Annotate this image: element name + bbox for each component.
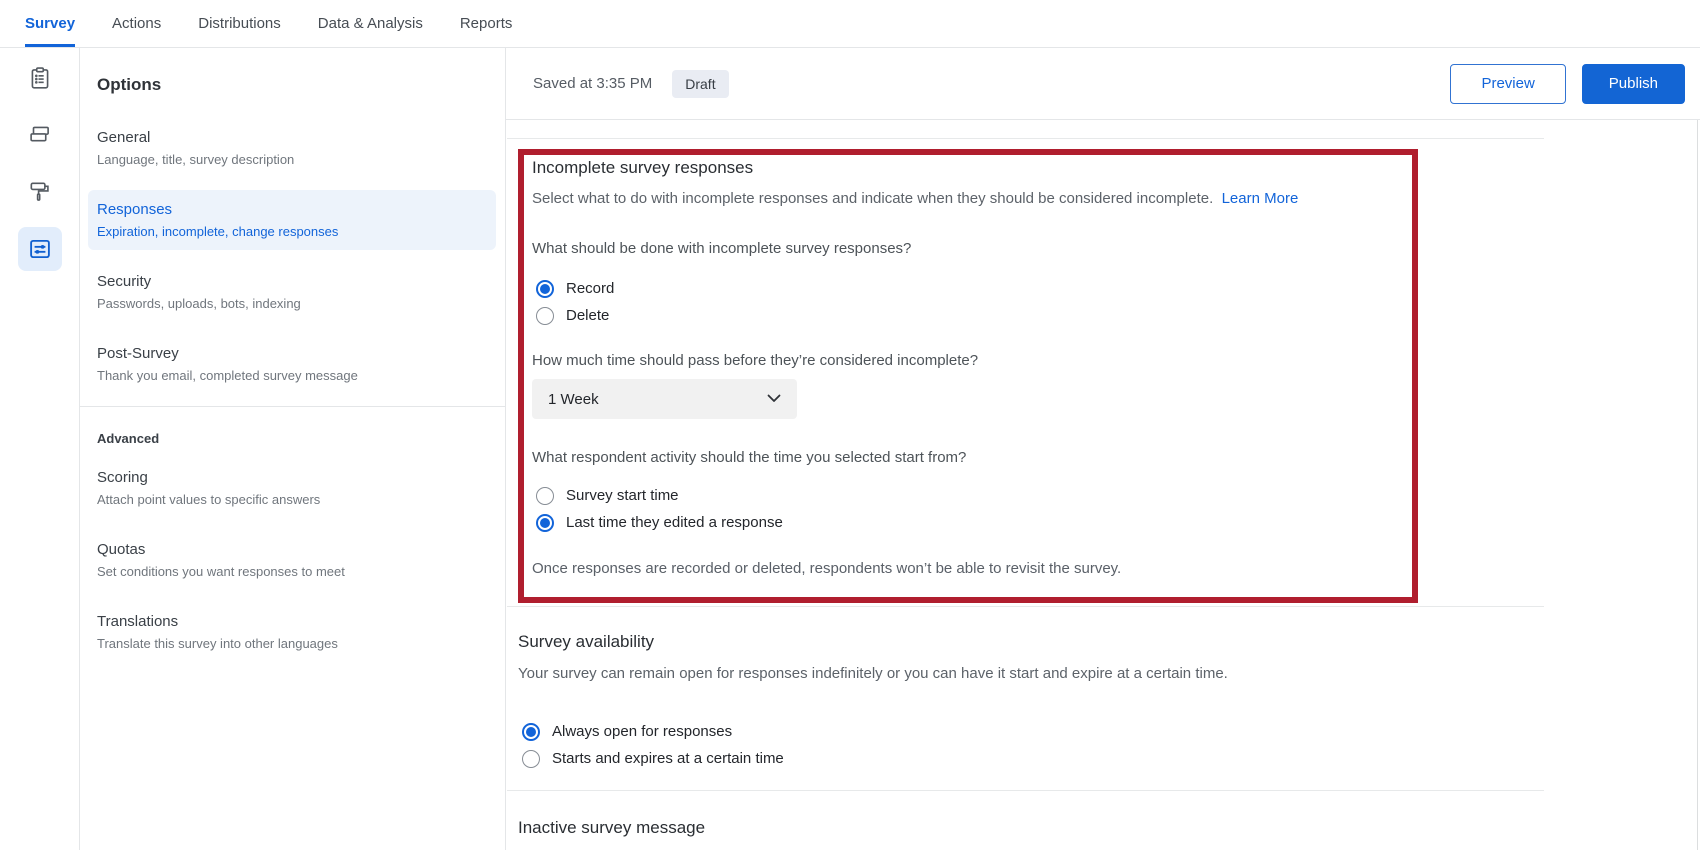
- main-area: Saved at 3:35 PM Draft Preview Publish I…: [506, 48, 1700, 850]
- incomplete-section-title: Incomplete survey responses: [532, 157, 1404, 179]
- status-badge: Draft: [672, 70, 728, 98]
- preview-button[interactable]: Preview: [1450, 64, 1565, 104]
- radio-selected-icon[interactable]: [536, 280, 554, 298]
- time-period-dropdown[interactable]: 1 Week: [532, 379, 797, 419]
- option-label: Translations: [97, 613, 487, 630]
- radio-label: Starts and expires at a certain time: [552, 750, 784, 767]
- radio-unselected-icon[interactable]: [536, 487, 554, 505]
- sidebar-item-scoring[interactable]: Scoring Attach point values to specific …: [88, 458, 496, 518]
- question-respondent-activity: What respondent activity should the time…: [532, 447, 1404, 468]
- advanced-section-label: Advanced: [97, 431, 505, 446]
- question-incomplete-time: How much time should pass before they’re…: [532, 350, 1404, 371]
- tab-distributions[interactable]: Distributions: [198, 0, 281, 47]
- description-text: Select what to do with incomplete respon…: [532, 190, 1213, 207]
- top-navigation: Survey Actions Distributions Data & Anal…: [0, 0, 1700, 48]
- survey-options-button[interactable]: [18, 227, 62, 271]
- publish-button[interactable]: Publish: [1582, 64, 1685, 104]
- tab-reports[interactable]: Reports: [460, 0, 513, 47]
- blocks-icon: [27, 122, 53, 148]
- option-label: Scoring: [97, 469, 487, 486]
- tab-actions[interactable]: Actions: [112, 0, 161, 47]
- survey-builder-button[interactable]: [18, 56, 62, 100]
- sidebar-item-quotas[interactable]: Quotas Set conditions you want responses…: [88, 530, 496, 590]
- radio-option-record[interactable]: Record: [536, 275, 1404, 302]
- availability-section-title: Survey availability: [518, 631, 1700, 653]
- radio-label: Survey start time: [566, 487, 679, 504]
- section-divider: [507, 138, 1544, 139]
- inactive-message-section: Inactive survey message: [518, 817, 1700, 839]
- learn-more-link[interactable]: Learn More: [1222, 190, 1299, 207]
- radio-label: Delete: [566, 307, 609, 324]
- radio-label: Last time they edited a response: [566, 514, 783, 531]
- option-label: Security: [97, 273, 487, 290]
- paint-roller-icon: [27, 179, 53, 205]
- radio-option-always-open[interactable]: Always open for responses: [522, 718, 1700, 745]
- survey-options-page: Survey Actions Distributions Data & Anal…: [0, 0, 1700, 850]
- options-sidebar: Options General Language, title, survey …: [80, 48, 506, 850]
- option-description: Language, title, survey description: [97, 152, 487, 167]
- options-panel-title: Options: [97, 75, 505, 95]
- left-icon-rail: [0, 48, 80, 850]
- settings-content: Incomplete survey responses Select what …: [506, 120, 1700, 850]
- radio-selected-icon[interactable]: [522, 723, 540, 741]
- sidebar-item-security[interactable]: Security Passwords, uploads, bots, index…: [88, 262, 496, 322]
- survey-flow-button[interactable]: [18, 113, 62, 157]
- inactive-section-title: Inactive survey message: [518, 817, 1700, 839]
- sidebar-item-translations[interactable]: Translations Translate this survey into …: [88, 602, 496, 662]
- tab-data-analysis[interactable]: Data & Analysis: [318, 0, 423, 47]
- option-description: Translate this survey into other languag…: [97, 636, 487, 651]
- availability-section-description: Your survey can remain open for response…: [518, 662, 1330, 685]
- time-period-dropdown-value: 1 Week: [548, 391, 599, 408]
- option-description: Set conditions you want responses to mee…: [97, 564, 487, 579]
- option-description: Attach point values to specific answers: [97, 492, 487, 507]
- advanced-options-list: Scoring Attach point values to specific …: [80, 458, 505, 662]
- section-divider: [507, 790, 1544, 791]
- radio-option-last-edited[interactable]: Last time they edited a response: [536, 509, 1404, 536]
- radio-unselected-icon[interactable]: [536, 307, 554, 325]
- saved-status-text: Saved at 3:35 PM: [533, 75, 652, 92]
- radio-option-starts-expires[interactable]: Starts and expires at a certain time: [522, 745, 1700, 772]
- radio-unselected-icon[interactable]: [522, 750, 540, 768]
- sidebar-item-post-survey[interactable]: Post-Survey Thank you email, completed s…: [88, 334, 496, 394]
- annotation-highlight-box: Incomplete survey responses Select what …: [518, 149, 1418, 603]
- question-incomplete-action: What should be done with incomplete surv…: [532, 238, 1404, 259]
- look-and-feel-button[interactable]: [18, 170, 62, 214]
- incomplete-section-note: Once responses are recorded or deleted, …: [532, 558, 1404, 579]
- option-description: Passwords, uploads, bots, indexing: [97, 296, 487, 311]
- respondent-activity-radio-group: Survey start time Last time they edited …: [532, 482, 1404, 536]
- sliders-icon: [27, 236, 53, 262]
- availability-radio-group: Always open for responses Starts and exp…: [518, 718, 1700, 772]
- option-label: General: [97, 129, 487, 146]
- availability-section: Survey availability Your survey can rema…: [518, 631, 1700, 772]
- radio-option-delete[interactable]: Delete: [536, 302, 1404, 329]
- survey-header-bar: Saved at 3:35 PM Draft Preview Publish: [506, 48, 1700, 120]
- incomplete-section-description: Select what to do with incomplete respon…: [532, 187, 1344, 210]
- option-label: Quotas: [97, 541, 487, 558]
- sidebar-divider: [80, 406, 505, 407]
- options-list: General Language, title, survey descript…: [80, 118, 505, 394]
- option-description: Expiration, incomplete, change responses: [97, 224, 487, 239]
- clipboard-icon: [27, 65, 53, 91]
- chevron-down-icon: [767, 390, 781, 408]
- radio-label: Always open for responses: [552, 723, 732, 740]
- option-description: Thank you email, completed survey messag…: [97, 368, 487, 383]
- incomplete-action-radio-group: Record Delete: [532, 275, 1404, 329]
- option-label: Responses: [97, 201, 487, 218]
- option-label: Post-Survey: [97, 345, 487, 362]
- tab-survey[interactable]: Survey: [25, 0, 75, 47]
- radio-selected-icon[interactable]: [536, 514, 554, 532]
- sidebar-item-general[interactable]: General Language, title, survey descript…: [88, 118, 496, 178]
- sidebar-item-responses[interactable]: Responses Expiration, incomplete, change…: [88, 190, 496, 250]
- radio-option-survey-start-time[interactable]: Survey start time: [536, 482, 1404, 509]
- radio-label: Record: [566, 280, 614, 297]
- section-divider: [507, 606, 1544, 607]
